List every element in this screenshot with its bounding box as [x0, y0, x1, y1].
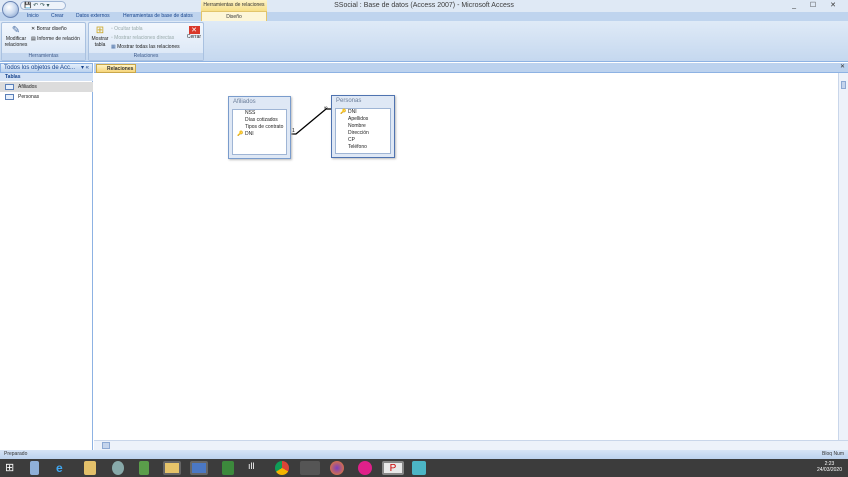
field-key[interactable]: 🔑 DNI [336, 109, 390, 116]
app-icon[interactable] [139, 461, 149, 475]
table-title[interactable]: Afiliados [229, 97, 290, 108]
clock[interactable]: 2:23 24/03/2020 [817, 461, 842, 473]
field[interactable]: Teléfono [336, 144, 390, 151]
chrome-icon[interactable] [275, 461, 289, 475]
folder-icon[interactable] [84, 461, 96, 475]
cardinality-many: ∞ [324, 105, 328, 111]
explorer-icon[interactable] [163, 461, 181, 475]
field[interactable]: Dirección [336, 130, 390, 137]
field[interactable]: Apellidos [336, 116, 390, 123]
status-numlock: Bloq Num [822, 451, 844, 457]
windows-start-icon[interactable]: ⊞ [5, 461, 21, 475]
cardinality-one: 1 [292, 128, 295, 134]
excel-icon[interactable] [222, 461, 234, 475]
status-bar: Preparado [0, 450, 848, 459]
table-personas[interactable]: Personas 🔑 DNI Apellidos Nombre Dirección… [331, 95, 395, 158]
field[interactable]: Días cotizados [233, 117, 286, 124]
field[interactable]: Tipos de contrato [233, 124, 286, 131]
media-icon[interactable] [112, 461, 124, 475]
field[interactable]: Nombre [336, 123, 390, 130]
word-icon[interactable] [190, 461, 208, 475]
app-icon[interactable]: ıll [248, 461, 264, 475]
table-afiliados[interactable]: Afiliados NSS Días cotizados Tipos de co… [228, 96, 291, 159]
field[interactable]: NSS [233, 110, 286, 117]
access-icon[interactable]: P [382, 461, 404, 475]
app-icon[interactable] [412, 461, 426, 475]
app-icon[interactable] [358, 461, 372, 475]
taskbar: ⊞ e ıll P [0, 459, 848, 477]
office-button[interactable] [2, 1, 19, 18]
firefox-icon[interactable] [330, 461, 344, 475]
horizontal-scrollbar[interactable] [94, 440, 848, 450]
field-key[interactable]: 🔑 DNI [233, 131, 286, 138]
key-icon: 🔑 [237, 131, 244, 137]
ie-icon[interactable]: e [56, 461, 72, 475]
chrome-icon[interactable] [300, 461, 320, 475]
relationship-line[interactable]: 1 ∞ [0, 0, 848, 477]
calculator-icon[interactable] [30, 461, 39, 475]
key-icon: 🔑 [340, 109, 347, 115]
table-title[interactable]: Personas [332, 96, 394, 107]
field[interactable]: CP [336, 137, 390, 144]
vertical-scrollbar[interactable] [838, 73, 848, 440]
